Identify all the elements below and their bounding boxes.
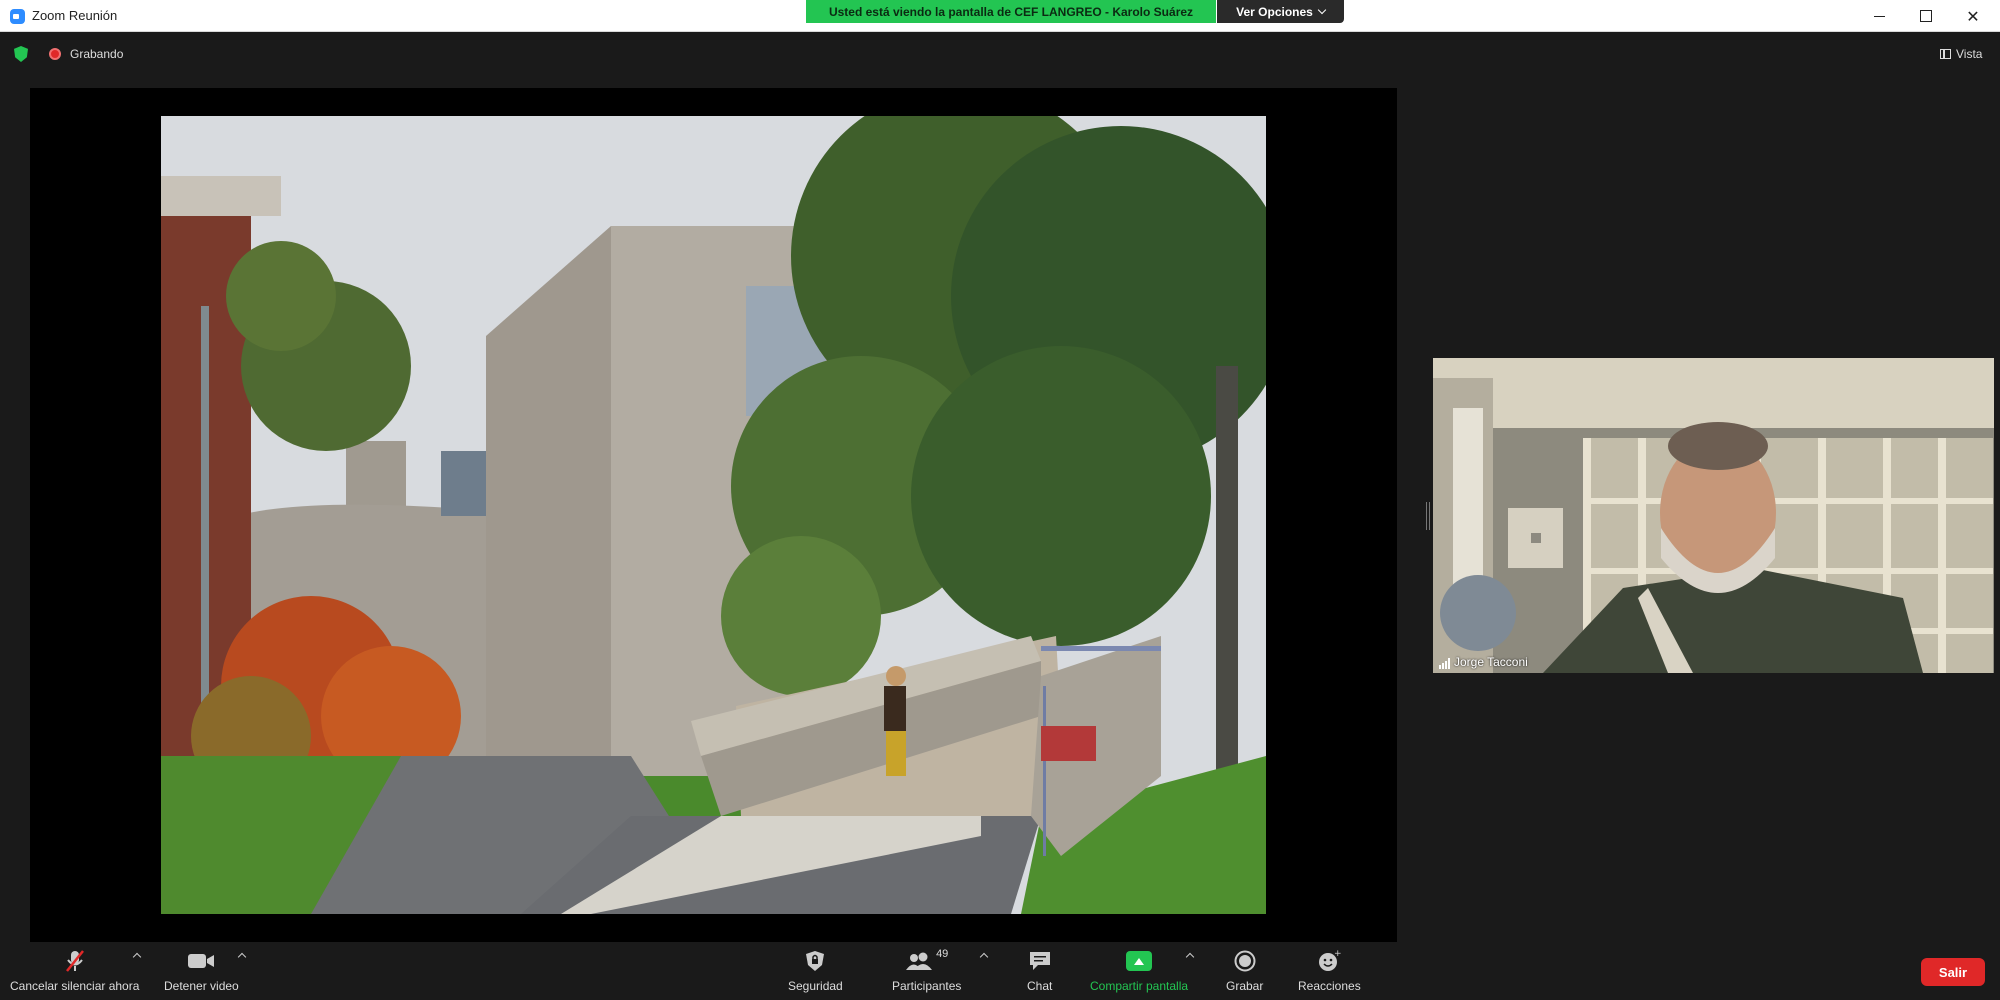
reactions-label: Reacciones: [1298, 979, 1361, 993]
shared-screen: [30, 88, 1397, 942]
video-camera-icon: [187, 948, 215, 974]
meeting-toolbar: Cancelar silenciar ahora Detener video S…: [0, 942, 2000, 1000]
zoom-app-icon: [10, 9, 25, 24]
security-shield-icon: [805, 948, 825, 974]
maximize-button[interactable]: [1903, 0, 1949, 32]
shared-photo: [161, 116, 1266, 914]
chat-bubble-icon: [1028, 948, 1052, 974]
participant-video-frame: [1433, 358, 1994, 673]
leave-button[interactable]: Salir: [1921, 958, 1985, 986]
shield-icon[interactable]: [14, 46, 28, 62]
share-screen-button[interactable]: Compartir pantalla: [1090, 948, 1188, 993]
record-label: Grabar: [1226, 979, 1264, 993]
video-options-caret[interactable]: [237, 952, 247, 962]
panel-resize-handle[interactable]: [1426, 502, 1430, 530]
mute-button[interactable]: Cancelar silenciar ahora: [10, 948, 139, 993]
stop-video-button[interactable]: Detener video: [164, 948, 239, 993]
chat-button[interactable]: Chat: [1027, 948, 1052, 993]
reactions-icon: +: [1317, 948, 1341, 974]
svg-text:+: +: [1334, 949, 1341, 959]
chevron-down-icon: [1317, 5, 1327, 15]
share-screen-label: Compartir pantalla: [1090, 979, 1189, 993]
view-options-label: Ver Opciones: [1236, 4, 1313, 19]
participants-label: Participantes: [892, 979, 962, 993]
recording-label: Grabando: [70, 47, 124, 61]
view-options-button[interactable]: Ver Opciones: [1217, 0, 1344, 23]
screen-share-banner: Usted está viendo la pantalla de CEF LAN…: [806, 0, 1216, 23]
mute-label: Cancelar silenciar ahora: [10, 979, 140, 993]
signal-icon: [1439, 658, 1450, 669]
microphone-muted-icon: [63, 948, 87, 974]
view-button[interactable]: Vista: [1956, 47, 1982, 61]
window-title: Zoom Reunión: [32, 8, 118, 23]
participants-button[interactable]: 49 Participantes: [892, 948, 961, 993]
recording-icon: [49, 48, 61, 60]
share-screen-icon: [1126, 951, 1153, 971]
stop-video-label: Detener video: [164, 979, 239, 993]
participants-icon: 49: [905, 948, 948, 974]
record-button[interactable]: Grabar: [1226, 948, 1263, 993]
view-icon[interactable]: [1940, 49, 1951, 59]
security-label: Seguridad: [788, 979, 843, 993]
participant-name-tag: Jorge Tacconi: [1439, 655, 1528, 669]
record-icon: [1234, 948, 1256, 974]
close-button[interactable]: ✕: [1950, 0, 1996, 32]
participants-count: 49: [936, 948, 949, 960]
reactions-button[interactable]: + Reacciones: [1298, 948, 1361, 993]
participant-video[interactable]: Jorge Tacconi: [1433, 358, 1994, 673]
participant-name: Jorge Tacconi: [1454, 655, 1528, 669]
minimize-button[interactable]: [1856, 0, 1902, 32]
chat-label: Chat: [1027, 979, 1053, 993]
security-button[interactable]: Seguridad: [788, 948, 843, 993]
participants-options-caret[interactable]: [979, 952, 989, 962]
